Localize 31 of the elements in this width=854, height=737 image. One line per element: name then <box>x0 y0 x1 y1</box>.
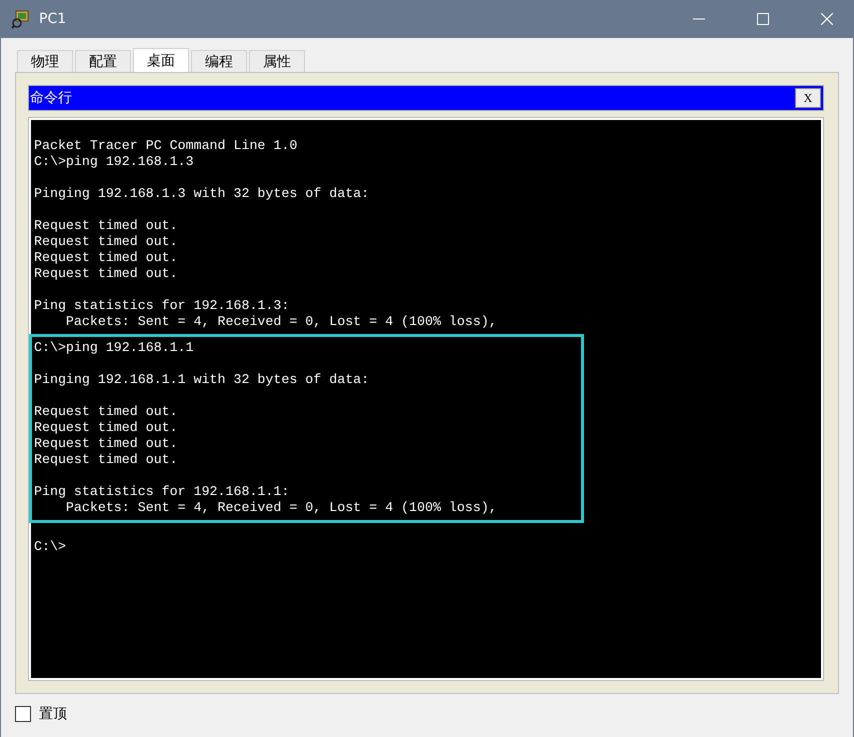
terminal-line: Request timed out. <box>34 234 179 250</box>
tab[interactable]: 桌面 <box>133 48 189 72</box>
checkbox-label: 置顶 <box>39 705 67 723</box>
close-button[interactable]: X <box>795 88 821 108</box>
maximize-icon[interactable] <box>757 13 769 25</box>
terminal-line: Request timed out. <box>34 266 179 282</box>
terminal-line: C:\>ping 192.168.1.1 <box>34 340 195 356</box>
terminal-line: Packet Tracer PC Command Line 1.0 <box>34 138 298 154</box>
terminal-line: Packets: Sent = 4, Received = 0, Lost = 4 (100% loss), <box>64 314 498 330</box>
close-icon[interactable] <box>821 13 833 25</box>
terminal-line: Pinging 192.168.1.1 with 32 bytes of data: <box>34 372 370 388</box>
tab[interactable]: 配置 <box>75 50 131 72</box>
terminal-line: Request timed out. <box>34 420 179 436</box>
tab[interactable]: 属性 <box>249 50 305 72</box>
terminal-line: Ping statistics for 192.168.1.1: <box>34 484 290 500</box>
tab[interactable]: 物理 <box>17 50 73 72</box>
window-title: PC1 <box>39 11 66 27</box>
terminal-line: Request timed out. <box>34 250 179 266</box>
tab[interactable]: 编程 <box>191 50 247 72</box>
terminal-line: Packets: Sent = 4, Received = 0, Lost = 4 (100% loss), <box>64 500 498 516</box>
terminal-line: Request timed out. <box>34 452 179 468</box>
terminal-line: Request timed out. <box>34 436 179 452</box>
pc-icon <box>11 9 31 29</box>
terminal-line: Pinging 192.168.1.3 with 32 bytes of data: <box>34 186 370 202</box>
checkbox[interactable] <box>15 706 31 722</box>
terminal-line: Request timed out. <box>34 404 179 420</box>
app-title: 命令行 <box>30 89 72 107</box>
terminal-line: C:\> <box>34 539 67 555</box>
terminal-line: Ping statistics for 192.168.1.3: <box>34 298 290 314</box>
terminal-line: C:\>ping 192.168.1.3 <box>34 154 195 170</box>
terminal-line: Request timed out. <box>34 218 179 234</box>
